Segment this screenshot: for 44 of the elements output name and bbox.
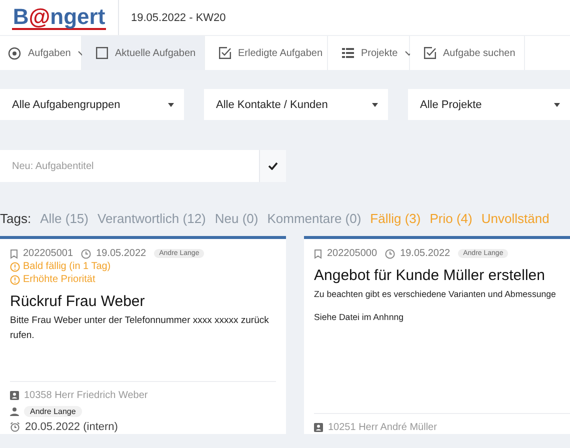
warning-text: Bald fällig (in 1 Tag) [23,261,111,272]
customer-name: 10358 Herr Friedrich Weber [24,390,148,400]
nav-tab[interactable]: Aktuelle Aufgaben [82,36,205,70]
dropdown-arrow-icon [168,102,174,106]
contact-card-icon [314,422,323,432]
task-description: Bitte Frau Weber unter der Telefonnummer xxxx xxxxx zurück rufen. [10,314,270,343]
assignee-chip: Andre Lange [24,406,82,416]
warning-text: Erhöhte Priorität [23,274,96,285]
checkbox-icon [96,47,108,59]
task-description: Zu beachten gibt es verschiedene Varianten und Abmessunge [314,288,557,301]
checkmark-icon [268,162,278,170]
task-number: 202205000 [327,248,378,259]
filter-dropdown[interactable]: Alle Kontakte / Kunden [204,89,388,120]
warning-icon [10,274,20,284]
bookmark-icon [10,248,18,258]
person-icon [10,406,19,416]
task-title: Rückruf Frau Weber [10,293,146,310]
clock-icon [385,248,396,258]
warning-icon [10,262,20,272]
tags-label: Tags: [0,210,32,226]
clock-icon [81,248,92,258]
list-icon [342,48,354,58]
task-number: 202205001 [23,248,74,259]
filter-dropdown[interactable]: Alle Aufgabengruppen [0,89,184,120]
filter-dropdown[interactable]: Alle Projekte [408,89,570,120]
alarm-clock-icon [10,422,20,432]
task-description: Siehe Datei im Anhnng [314,311,404,324]
radio-icon [8,46,21,60]
date-week-label: 19.05.2022 - KW20 [131,12,226,24]
task-card[interactable] [0,236,286,434]
task-title-input[interactable]: Neu: Aufgabentitel [0,150,259,182]
checked-box-icon [219,47,231,59]
checked-box-icon [424,47,436,59]
task-title: Angebot für Kunde Müller erstellen [314,267,546,284]
logo: B@ngert [12,6,106,30]
due-date: 20.05.2022 (intern) [25,421,118,433]
nav-tab[interactable]: Aufgabe suchen [410,36,525,70]
task-date: 19.05.2022 [96,248,146,259]
customer-name: 10251 Herr André Müller [328,422,437,432]
contact-card-icon [10,390,19,400]
task-date: 19.05.2022 [400,248,450,259]
confirm-button[interactable] [259,150,286,182]
dropdown-arrow-icon [372,102,378,106]
bookmark-icon [314,248,322,258]
